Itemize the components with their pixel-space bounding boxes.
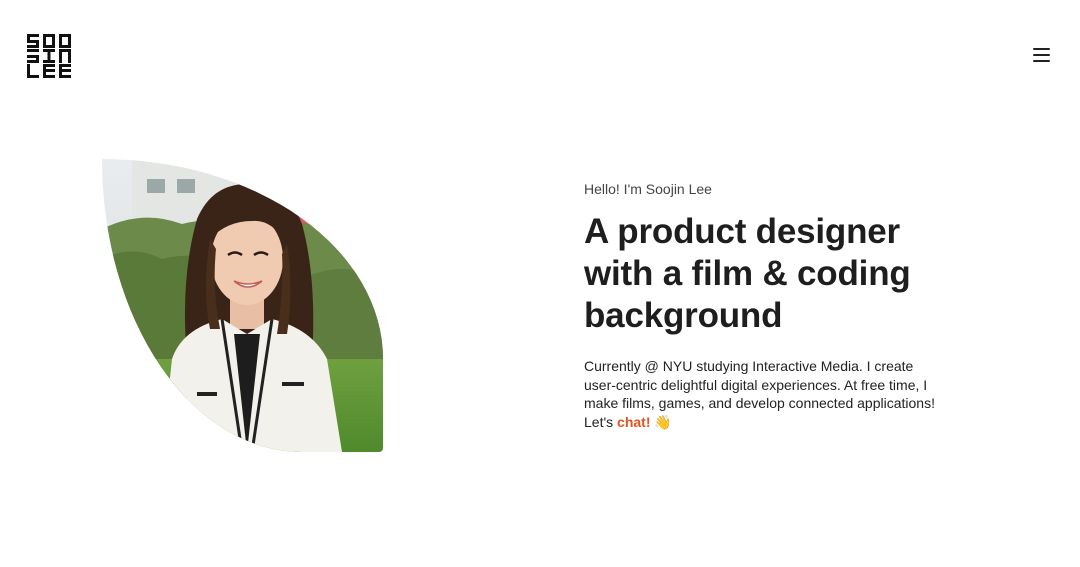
menu-line	[1033, 54, 1050, 56]
menu-line	[1033, 48, 1050, 50]
profile-photo	[102, 159, 383, 452]
site-logo[interactable]	[26, 33, 72, 78]
waving-hand-icon: 👋	[654, 413, 672, 430]
hamburger-menu-icon[interactable]	[1029, 45, 1053, 65]
intro-section: Hello! I'm Soojin Lee A product designer…	[584, 181, 944, 431]
page: Hello! I'm Soojin Lee A product designer…	[0, 0, 1080, 567]
headline: A product designer with a film & coding …	[584, 212, 911, 335]
portrait-image	[102, 159, 383, 452]
chat-link[interactable]: chat!	[617, 414, 650, 430]
menu-line	[1033, 60, 1050, 62]
logo-mark-icon	[27, 34, 71, 78]
bio-paragraph: Currently @ NYU studying Interactive Med…	[584, 357, 944, 431]
greeting-text: Hello! I'm Soojin Lee	[584, 181, 712, 197]
